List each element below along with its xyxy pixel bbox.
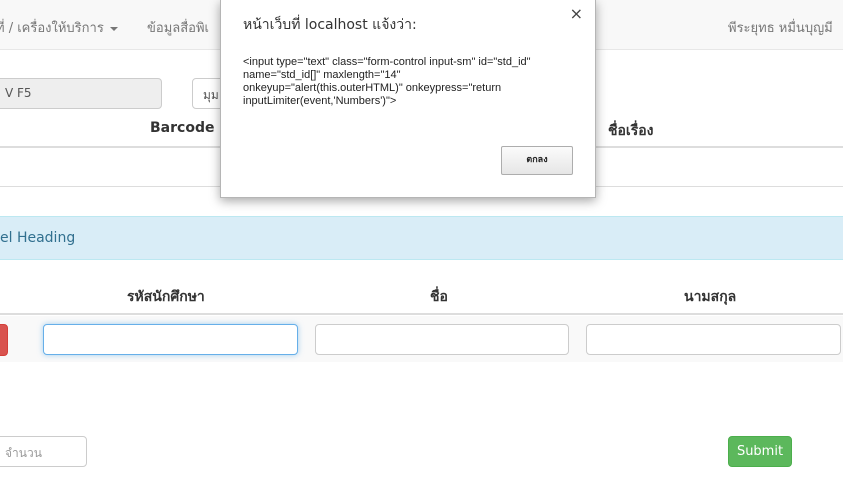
dialog-message: <input type="text" class="form-control i…: [243, 56, 531, 107]
close-icon[interactable]: ×: [570, 4, 583, 23]
col-header-last-name: นามสกุล: [684, 289, 737, 305]
nav-menu-media[interactable]: ข้อมูลสื่อพิเ: [147, 17, 209, 38]
col-header-first-name: ชื่อ: [430, 289, 448, 305]
col-header-title: ชื่อเรื่อง: [608, 123, 654, 139]
col-header-barcode: Barcode: [150, 120, 215, 136]
col-header-student-id: รหัสนักศึกษา: [127, 289, 205, 305]
panel-heading-text: el Heading: [0, 230, 76, 246]
readonly-field[interactable]: V F5: [0, 78, 162, 109]
second-field-value: มุม: [203, 88, 219, 102]
count-input-placeholder: จำนวน: [5, 446, 42, 460]
count-input[interactable]: จำนวน: [0, 436, 87, 467]
readonly-field-value: V F5: [5, 86, 32, 100]
submit-button[interactable]: Submit: [728, 436, 792, 467]
dialog-title: หน้าเว็บที่ localhost แจ้งว่า:: [243, 17, 417, 33]
nav-user-name[interactable]: พีระยุทธ หมื่นบุญมี: [728, 17, 833, 38]
nav-menu-media-label: ข้อมูลสื่อพิเ: [147, 21, 209, 36]
nav-menu-service-label: ที่ / เครื่องให้บริการ: [0, 21, 104, 36]
chevron-down-icon: [109, 26, 118, 31]
nav-menu-service[interactable]: ที่ / เครื่องให้บริการ: [0, 17, 118, 38]
ok-button[interactable]: ตกลง: [501, 146, 573, 175]
alert-dialog: หน้าเว็บที่ localhost แจ้งว่า: × <input …: [220, 0, 596, 198]
student-id-input[interactable]: [43, 324, 298, 355]
first-name-input[interactable]: [315, 324, 569, 355]
user-name-label: พีระยุทธ หมื่นบุญมี: [728, 21, 833, 36]
last-name-input[interactable]: [586, 324, 841, 355]
table2-header-divider: [0, 313, 843, 315]
remove-row-button[interactable]: [0, 324, 8, 356]
panel-heading: el Heading: [0, 216, 843, 260]
